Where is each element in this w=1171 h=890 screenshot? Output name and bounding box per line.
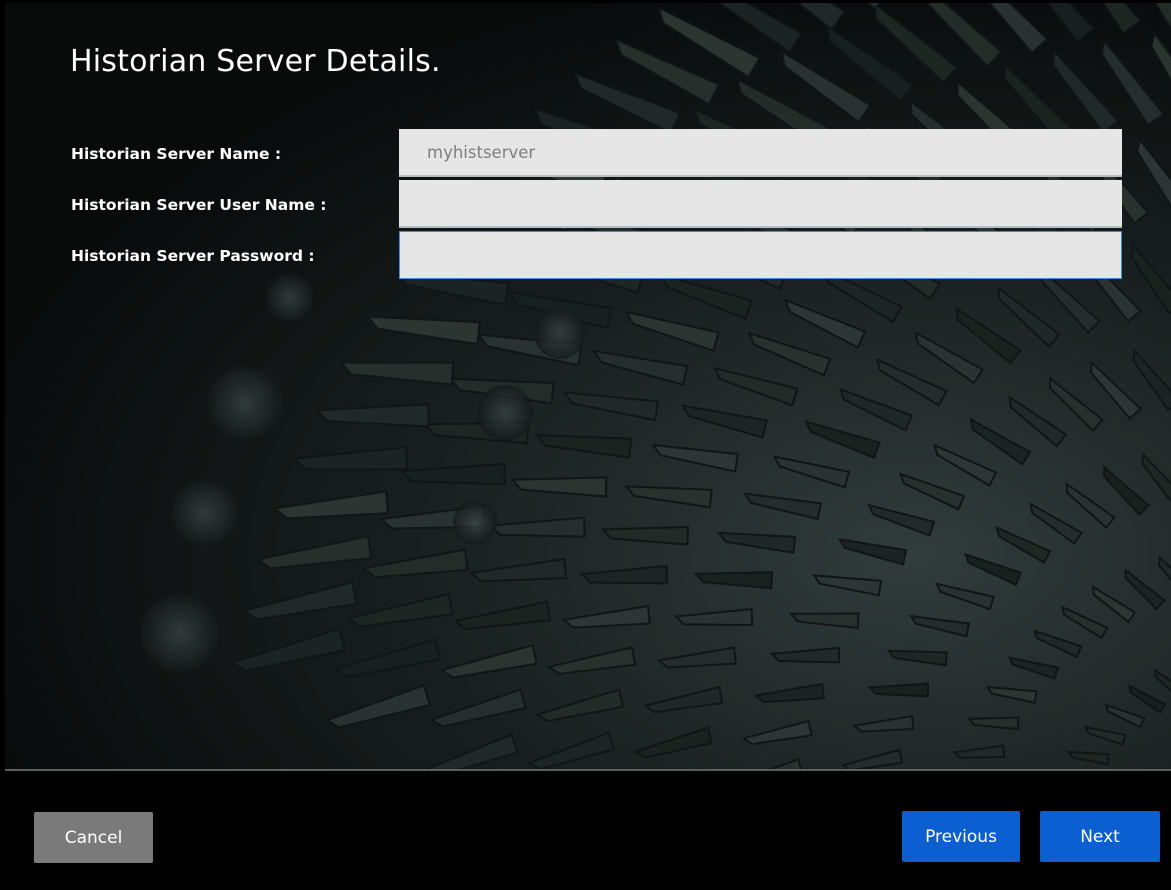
cancel-button[interactable]: Cancel [34,812,153,863]
server-password-label: Historian Server Password : [71,247,315,265]
previous-button[interactable]: Previous [902,811,1020,862]
turbine-blades-image [5,3,1171,769]
page-title: Historian Server Details. [70,44,441,79]
installer-window: Historian Server Details. Historian Serv… [0,0,1171,890]
next-button[interactable]: Next [1040,811,1160,862]
server-password-input[interactable] [399,231,1122,279]
server-user-name-label: Historian Server User Name : [71,196,327,214]
server-name-label: Historian Server Name : [71,145,282,163]
server-name-input[interactable] [399,129,1122,177]
server-user-name-input[interactable] [399,180,1122,228]
